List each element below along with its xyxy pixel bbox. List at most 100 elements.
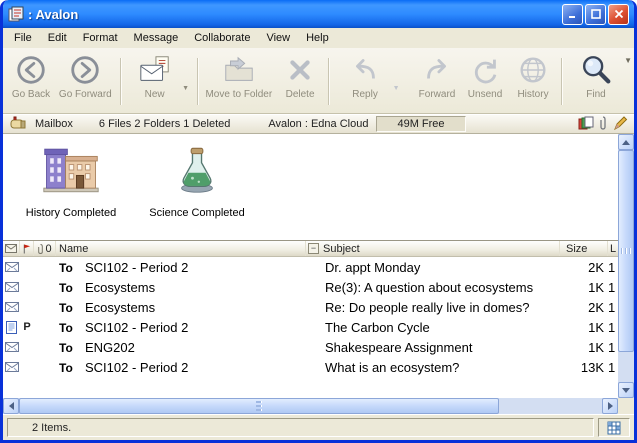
message-subject: Re: Do people really live in domes? — [306, 300, 560, 315]
colored-pages-icon[interactable] — [578, 116, 594, 133]
attachment-count: 0 — [45, 243, 51, 255]
message-row[interactable]: P ToSCI102 - Period 2 The Carbon Cycle 1… — [3, 317, 618, 337]
header-name[interactable]: Name — [56, 241, 306, 256]
recipient-name: ENG202 — [85, 340, 135, 355]
header-subject-label: Subject — [323, 243, 360, 255]
folder-label: Mailbox — [35, 118, 73, 130]
go-forward-button[interactable]: Go Forward — [55, 50, 116, 113]
reply-button[interactable]: Reply — [341, 50, 389, 113]
message-subject: The Carbon Cycle — [306, 320, 560, 335]
document-icon — [3, 321, 20, 334]
items-count-panel: 2 Items. — [7, 418, 594, 437]
message-subject: Shakespeare Assignment — [306, 340, 560, 355]
new-button[interactable]: New — [131, 50, 179, 113]
shortcut-label: History Completed — [15, 207, 127, 219]
flask-icon — [168, 183, 226, 200]
scroll-up-button[interactable] — [618, 134, 634, 150]
unsend-button[interactable]: Unsend — [461, 50, 509, 113]
message-row[interactable]: ToEcosystems Re(3): A question about eco… — [3, 277, 618, 297]
title-bar[interactable]: : Avalon — [3, 0, 634, 28]
minimize-button[interactable] — [562, 4, 583, 25]
header-subject[interactable]: − Subject — [306, 241, 560, 256]
app-window: : Avalon File Edit Format Message Collab… — [0, 0, 637, 443]
message-size: 13K — [560, 360, 608, 375]
horizontal-scroll-track[interactable] — [19, 398, 602, 414]
scroll-left-button[interactable] — [3, 398, 19, 414]
new-dropdown-arrow[interactable]: ▼ — [179, 50, 193, 113]
message-size: 2K — [560, 260, 608, 275]
shortcut-label: Science Completed — [141, 207, 253, 219]
menu-view[interactable]: View — [258, 29, 298, 47]
move-to-folder-button[interactable]: Move to Folder — [202, 50, 276, 113]
message-row[interactable]: ToSCI102 - Period 2 What is an ecosystem… — [3, 357, 618, 377]
forward-button[interactable]: Forward — [413, 50, 461, 113]
status-bar: 2 Items. — [3, 414, 634, 440]
account-name: Avalon : Edna Cloud — [268, 118, 368, 130]
envelope-icon — [3, 282, 20, 292]
header-clipped-column[interactable]: L — [608, 241, 618, 256]
reply-label: Reply — [352, 89, 378, 100]
menu-file[interactable]: File — [6, 29, 40, 47]
menu-bar: File Edit Format Message Collaborate Vie… — [3, 28, 634, 48]
maximize-button[interactable] — [585, 4, 606, 25]
menu-edit[interactable]: Edit — [40, 29, 75, 47]
menu-help[interactable]: Help — [298, 29, 337, 47]
envelope-icon — [3, 362, 20, 372]
toolbar-overflow-chevron[interactable]: ▼ — [624, 56, 632, 65]
vertical-scroll-thumb[interactable] — [618, 150, 634, 352]
message-subject: What is an ecosystem? — [306, 360, 560, 375]
clipped-cell: 1 — [608, 360, 618, 375]
menu-collaborate[interactable]: Collaborate — [186, 29, 258, 47]
message-row[interactable]: ToSCI102 - Period 2 Dr. appt Monday 2K 1 — [3, 257, 618, 277]
collapse-icon[interactable]: − — [308, 243, 319, 254]
horizontal-scrollbar[interactable] — [3, 398, 618, 414]
toolbar-separator — [328, 58, 329, 105]
vertical-scroll-track[interactable] — [618, 150, 634, 382]
message-row[interactable]: ToENG202 Shakespeare Assignment 1K 1 — [3, 337, 618, 357]
message-row[interactable]: ToEcosystems Re: Do people really live i… — [3, 297, 618, 317]
grid-view-button[interactable] — [598, 418, 630, 437]
toolbar-separator — [120, 58, 121, 105]
envelope-icon — [3, 342, 20, 352]
header-flag-icon[interactable] — [20, 241, 34, 256]
recipient-prefix: To — [59, 321, 85, 335]
go-forward-icon — [68, 53, 102, 87]
recipient-prefix: To — [59, 361, 85, 375]
unsend-icon — [468, 53, 502, 87]
delete-icon — [283, 53, 317, 87]
vertical-scrollbar[interactable] — [618, 134, 634, 398]
go-forward-label: Go Forward — [59, 89, 112, 100]
scroll-down-button[interactable] — [618, 382, 634, 398]
header-attachment-column[interactable]: 0 — [34, 241, 56, 256]
paperclip-icon[interactable] — [599, 115, 607, 134]
shortcut-history-completed[interactable]: History Completed — [15, 144, 127, 219]
message-list-header: 0 Name − Subject Size L — [3, 240, 618, 257]
find-button[interactable]: Find — [572, 50, 620, 113]
find-label: Find — [586, 89, 605, 100]
close-button[interactable] — [608, 4, 629, 25]
scroll-right-button[interactable] — [602, 398, 618, 414]
reply-icon — [348, 53, 382, 87]
recipient-name: SCI102 - Period 2 — [85, 260, 188, 275]
mailbox-icon — [9, 116, 27, 133]
delete-label: Delete — [286, 89, 315, 100]
content-area: History Completed Science Completed — [3, 134, 634, 414]
menu-message[interactable]: Message — [126, 29, 187, 47]
info-bar: Mailbox 6 Files 2 Folders 1 Deleted Aval… — [3, 114, 634, 134]
history-button[interactable]: History — [509, 50, 557, 113]
header-envelope-icon[interactable] — [3, 241, 20, 256]
header-size[interactable]: Size — [560, 241, 608, 256]
go-back-button[interactable]: Go Back — [7, 50, 55, 113]
pen-icon[interactable] — [612, 115, 628, 134]
menu-format[interactable]: Format — [75, 29, 126, 47]
find-icon — [579, 53, 613, 87]
clipped-cell: 1 — [608, 300, 618, 315]
clipped-cell: 1 — [608, 320, 618, 335]
grid-icon — [607, 421, 621, 435]
shortcut-science-completed[interactable]: Science Completed — [141, 144, 253, 219]
delete-button[interactable]: Delete — [276, 50, 324, 113]
message-size: 1K — [560, 340, 608, 355]
recipient-prefix: To — [59, 281, 85, 295]
horizontal-scroll-thumb[interactable] — [19, 398, 499, 414]
reply-dropdown-arrow[interactable]: ▼ — [389, 50, 403, 113]
